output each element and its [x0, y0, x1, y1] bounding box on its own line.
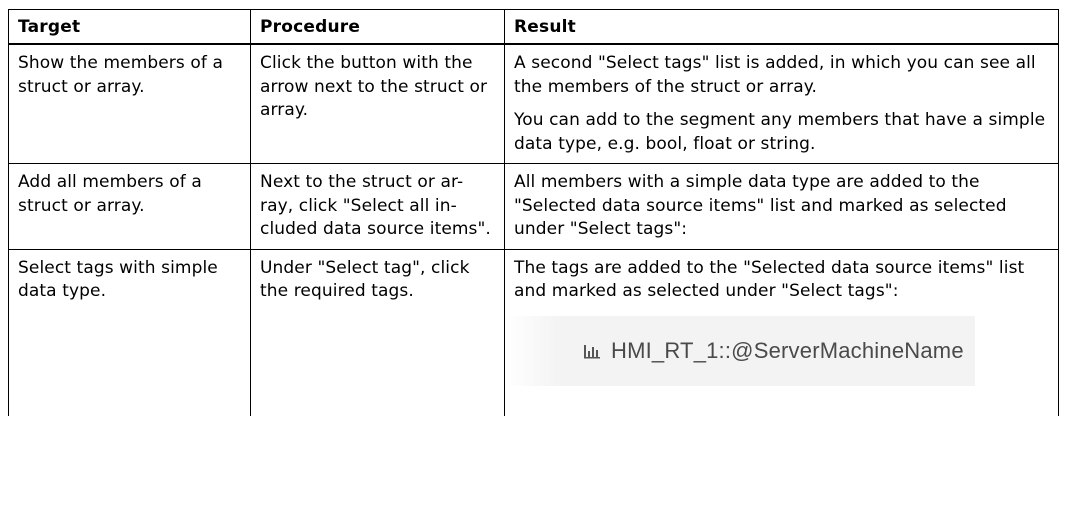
table-row: Show the members of a struct or array. C…	[8, 43, 1059, 164]
target-cell: Show the members of a struct or array.	[8, 43, 251, 164]
header-procedure: Procedure	[250, 9, 505, 45]
header-result: Result	[504, 9, 1059, 45]
header-target: Target	[8, 9, 251, 45]
table-row: Add all members of a struct or array. Ne…	[8, 163, 1059, 250]
result-cell: A second "Select tags" list is added, in…	[504, 43, 1059, 164]
result-text: The tags are added to the "Selected data…	[514, 257, 1025, 302]
procedure-cell: Next to the struct or ar-ray, click "Sel…	[250, 163, 505, 250]
result-text: All members with a simple data type are …	[514, 172, 1007, 239]
procedure-table: Target Procedure Result Show the members…	[8, 9, 1059, 416]
procedure-cell: Under "Select tag", click the required t…	[250, 248, 505, 416]
result-cell: The tags are added to the "Selected data…	[504, 248, 1059, 416]
table-header-row: Target Procedure Result	[8, 9, 1059, 45]
result-text: A second "Select tags" list is added, in…	[514, 53, 1036, 97]
table-row: Select tags with simple data type. Under…	[8, 248, 1059, 416]
tag-screenshot: HMI_RT_1::@ServerMachineName	[505, 315, 975, 386]
target-cell: Add all members of a struct or array.	[8, 163, 251, 250]
result-text: You can add to the segment any members t…	[514, 110, 1046, 154]
target-cell: Select tags with simple data type.	[8, 248, 251, 416]
procedure-cell: Click the button with the arrow next to …	[250, 43, 505, 164]
tag-label: HMI_RT_1::@ServerMachineName	[611, 337, 964, 363]
result-cell: All members with a simple data type are …	[504, 163, 1059, 250]
chart-tag-icon	[583, 343, 601, 359]
